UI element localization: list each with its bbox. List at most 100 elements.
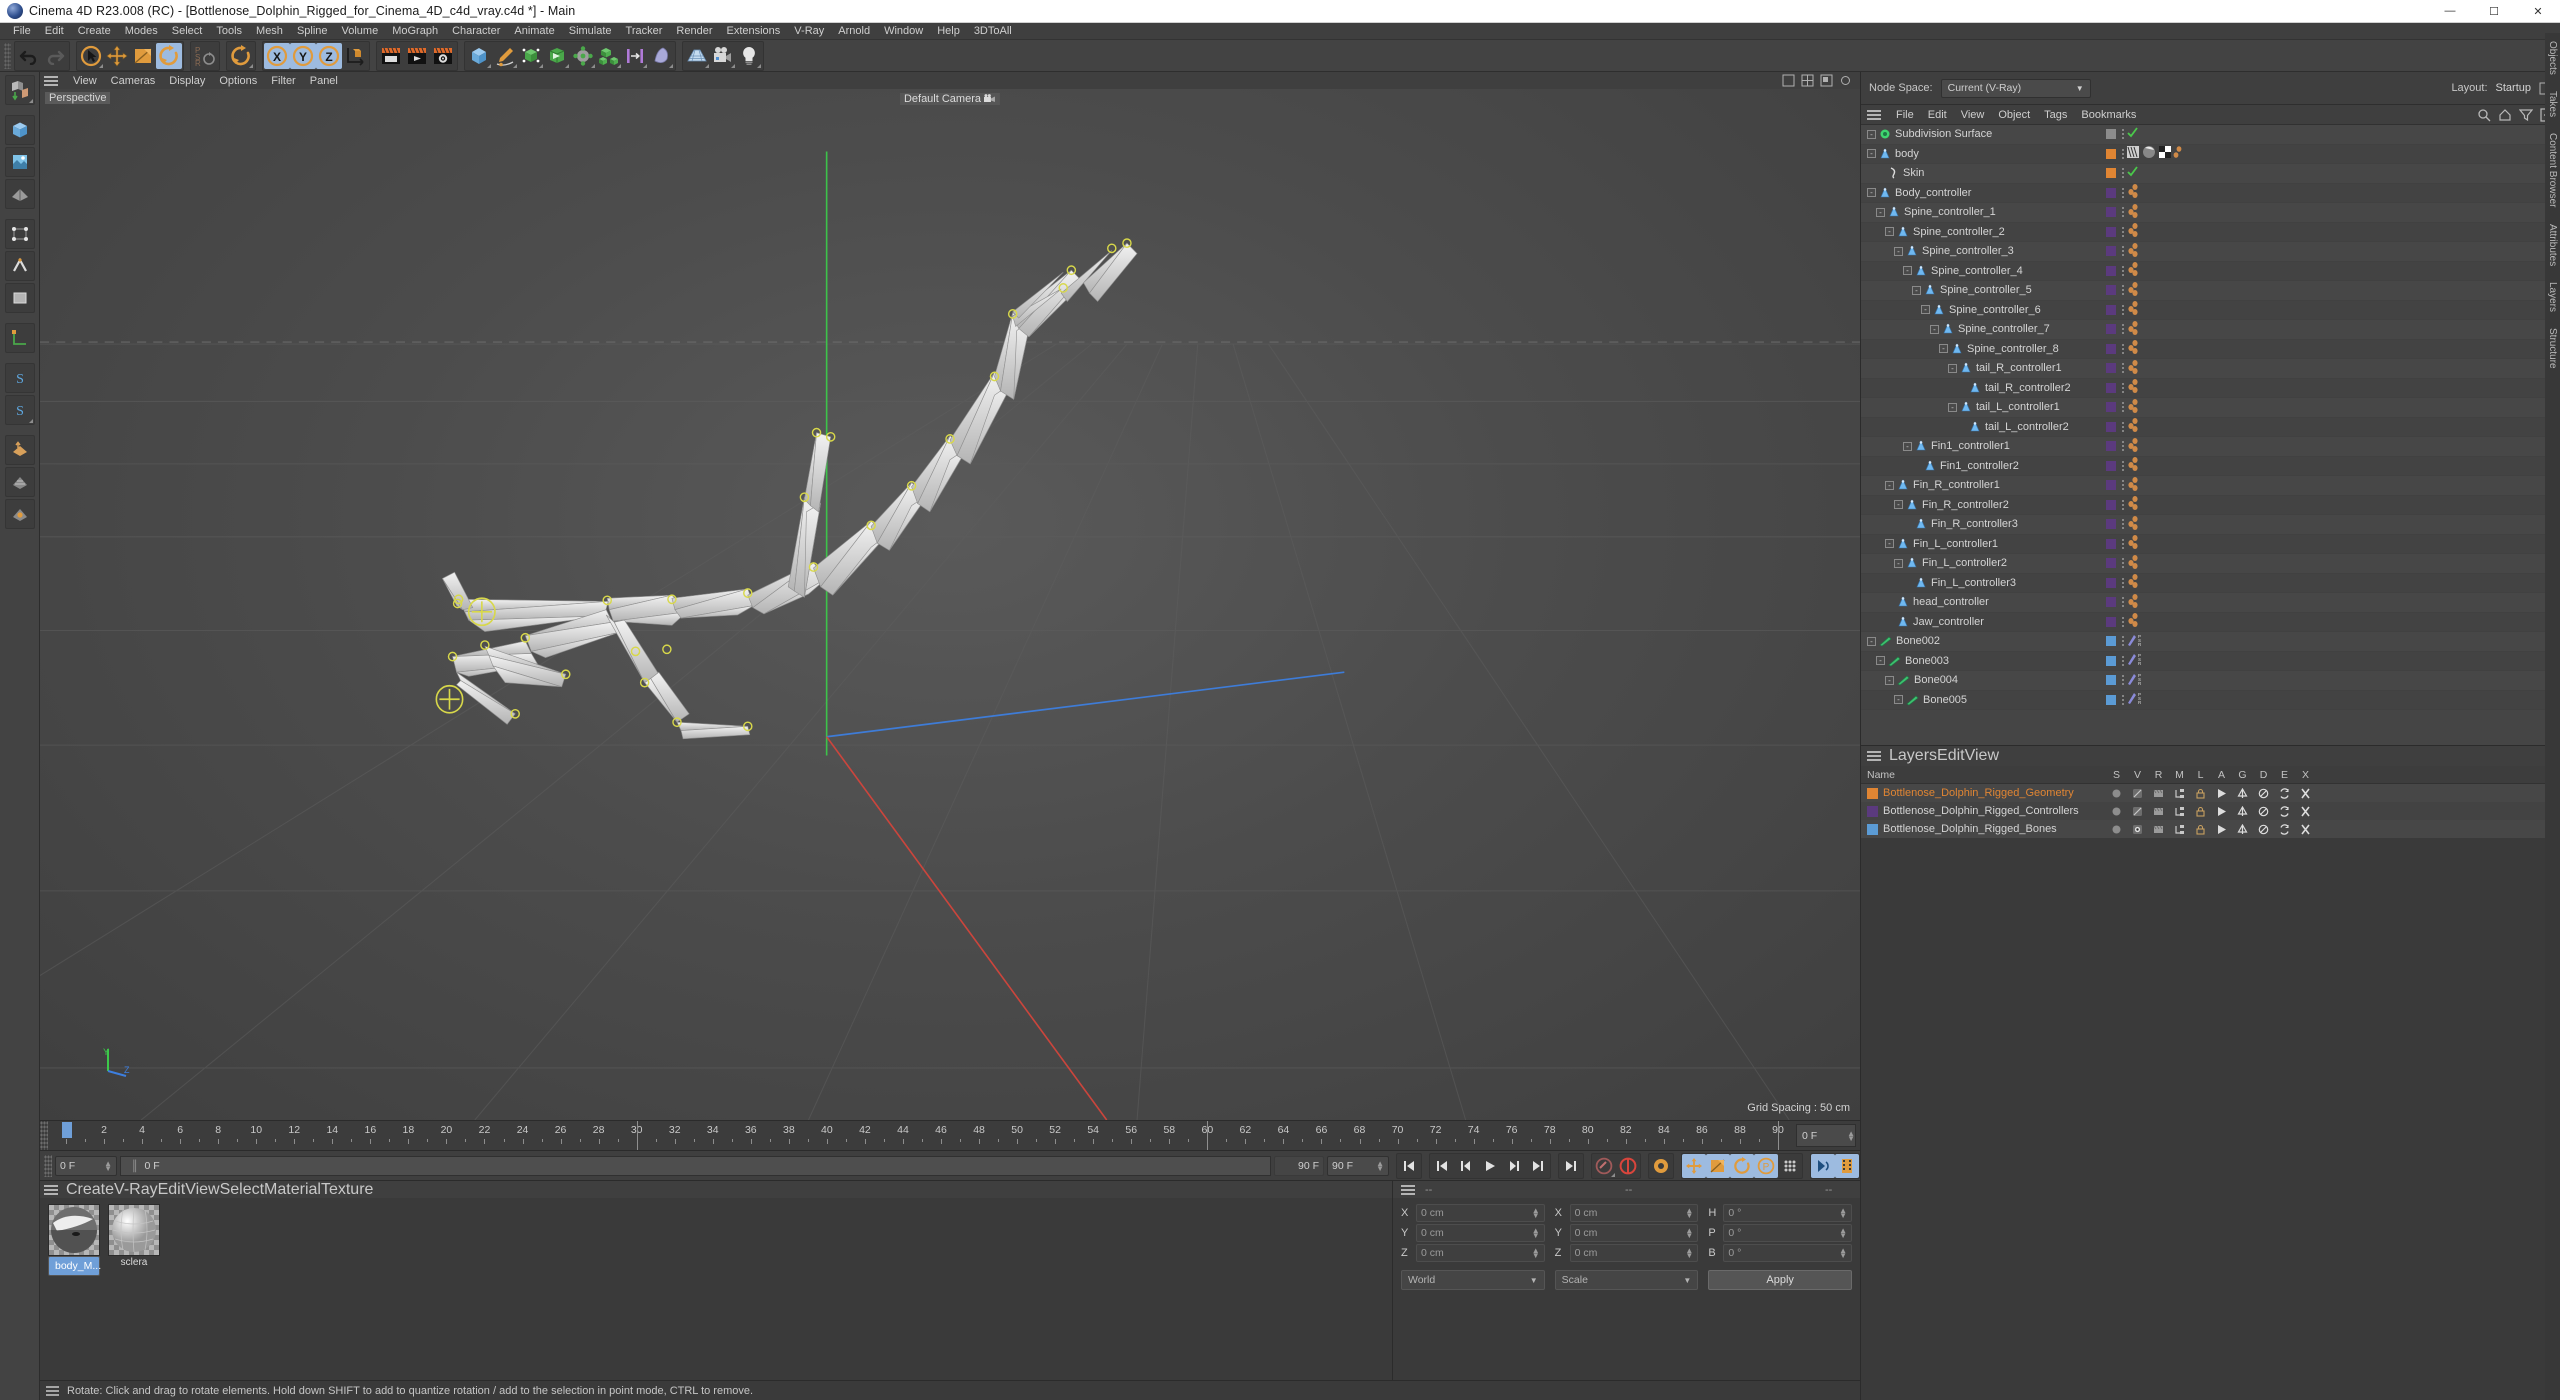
- layer-toggle-v[interactable]: [2127, 824, 2148, 835]
- home-icon[interactable]: [2498, 108, 2512, 122]
- size-z-spinner[interactable]: ▲ ▼: [1685, 1247, 1693, 1260]
- tag-icons[interactable]: [2127, 476, 2140, 494]
- layer-toggle-v[interactable]: [2127, 806, 2148, 817]
- size-z-field[interactable]: 0 cm ▲ ▼: [1569, 1244, 1699, 1262]
- perspective-viewport[interactable]: Perspective Default Camera Y Z Grid Spac…: [40, 89, 1860, 1120]
- snap-toggle-button[interactable]: S: [4, 363, 35, 393]
- tag-icons[interactable]: PSR: [2127, 633, 2149, 650]
- vertical-tab-takes[interactable]: Takes: [2547, 83, 2558, 125]
- visibility-dots-icon[interactable]: [2122, 343, 2124, 354]
- position-x-field[interactable]: 0 cm ▲ ▼: [1416, 1204, 1545, 1222]
- material-swatch[interactable]: sclera: [108, 1204, 160, 1269]
- menu-render[interactable]: Render: [669, 23, 719, 40]
- anim-preview-strip[interactable]: ║ 0 F: [120, 1155, 1271, 1176]
- visibility-dots-icon[interactable]: [2122, 265, 2124, 276]
- tag-icons[interactable]: [2127, 281, 2140, 299]
- cube-primitive-button[interactable]: [466, 43, 492, 69]
- layer-color-swatch[interactable]: [2106, 675, 2116, 686]
- object-row[interactable]: - Fin_R_controller2: [1861, 495, 2560, 515]
- psr-lock-button[interactable]: PSR: [192, 43, 218, 69]
- expander-icon[interactable]: -: [1921, 305, 1930, 315]
- tag-icons[interactable]: [2127, 437, 2140, 455]
- position-x-spinner[interactable]: ▲ ▼: [1532, 1207, 1540, 1220]
- layer-toggle-e[interactable]: [2274, 823, 2295, 835]
- layer-menu-icon[interactable]: [1867, 751, 1881, 761]
- render-view-button[interactable]: [378, 43, 404, 69]
- visibility-dots-icon[interactable]: [2122, 363, 2124, 374]
- timeline-frame-spinner[interactable]: ▲ ▼: [1847, 1129, 1855, 1142]
- expander-icon[interactable]: -: [1894, 246, 1903, 256]
- menu-file[interactable]: File: [6, 23, 38, 40]
- x-axis-lock-button[interactable]: X: [264, 42, 290, 69]
- object-row[interactable]: - Fin_L_controller1: [1861, 534, 2560, 554]
- undo-button[interactable]: [16, 43, 42, 69]
- transport-grip[interactable]: [44, 1154, 52, 1177]
- camera-button[interactable]: [710, 43, 736, 69]
- visibility-dots-icon[interactable]: [2122, 636, 2124, 647]
- layer-toggle-d[interactable]: [2253, 806, 2274, 817]
- expander-icon[interactable]: -: [1885, 539, 1894, 549]
- minimize-button[interactable]: —: [2428, 0, 2472, 23]
- layer-toggle-a[interactable]: [2211, 788, 2232, 799]
- visibility-dots-icon[interactable]: [2122, 480, 2124, 491]
- tag-icons[interactable]: [2127, 457, 2140, 474]
- frame-playback-button[interactable]: [1835, 1153, 1859, 1178]
- layer-toggle-d[interactable]: [2253, 824, 2274, 835]
- material-menu-edit[interactable]: Edit: [158, 1181, 186, 1199]
- rotate-tool-button[interactable]: [156, 42, 182, 69]
- layer-color-swatch[interactable]: [2106, 207, 2116, 218]
- tag-icons[interactable]: PSR: [2127, 691, 2149, 708]
- coordinates-menu-icon[interactable]: [1401, 1184, 1415, 1195]
- viewport-menu-display[interactable]: Display: [162, 75, 212, 87]
- tag-icons[interactable]: [2127, 166, 2138, 180]
- object-row[interactable]: Fin_R_controller3: [1861, 515, 2560, 535]
- object-row[interactable]: - body: [1861, 144, 2560, 164]
- visibility-dots-icon[interactable]: [2122, 441, 2124, 452]
- material-preview[interactable]: [48, 1204, 100, 1256]
- object-row[interactable]: - Fin_R_controller1: [1861, 476, 2560, 496]
- tag-icons[interactable]: [2127, 145, 2193, 162]
- layer-toggle-l[interactable]: [2190, 806, 2211, 817]
- material-menu-icon[interactable]: [44, 1184, 58, 1195]
- layer-color-swatch[interactable]: [2106, 519, 2116, 530]
- object-row[interactable]: - Spine_controller_8: [1861, 339, 2560, 359]
- expander-icon[interactable]: -: [1867, 188, 1876, 198]
- size-y-spinner[interactable]: ▲ ▼: [1685, 1227, 1693, 1240]
- layer-color-swatch[interactable]: [2106, 694, 2116, 705]
- anim-end-small-field[interactable]: 90 F: [1274, 1155, 1324, 1176]
- viewport-menu-panel[interactable]: Panel: [303, 75, 345, 87]
- tag-icons[interactable]: [2127, 340, 2140, 357]
- object-row[interactable]: - tail_R_controller1: [1861, 359, 2560, 379]
- apply-button[interactable]: Apply: [1708, 1270, 1852, 1290]
- visibility-dots-icon[interactable]: [2122, 129, 2124, 140]
- expander-icon[interactable]: -: [1939, 344, 1948, 354]
- expander-icon[interactable]: -: [1867, 129, 1876, 139]
- layer-color-swatch[interactable]: [2106, 460, 2116, 471]
- expander-icon[interactable]: -: [1867, 149, 1876, 159]
- layer-color-swatch[interactable]: [2106, 343, 2116, 354]
- timeline-ruler[interactable]: 0246810121416182022242628303234363840424…: [48, 1121, 1792, 1150]
- layer-color-swatch[interactable]: [1867, 805, 1878, 817]
- object-row[interactable]: - Fin1_controller1: [1861, 437, 2560, 457]
- material-menu-material[interactable]: Material: [264, 1181, 321, 1199]
- record-key-button[interactable]: [1592, 1154, 1616, 1178]
- material-swatch[interactable]: body_M...: [48, 1204, 101, 1276]
- generator-button[interactable]: [518, 43, 544, 69]
- tag-icons[interactable]: [2127, 379, 2140, 396]
- object-row[interactable]: Fin_L_controller3: [1861, 573, 2560, 593]
- layer-color-swatch[interactable]: [2106, 265, 2116, 276]
- object-row[interactable]: - Spine_controller_7: [1861, 320, 2560, 340]
- play-button[interactable]: [1478, 1154, 1502, 1178]
- menu-animate[interactable]: Animate: [507, 23, 561, 40]
- layer-color-swatch[interactable]: [2106, 402, 2116, 413]
- layer-toggle-g[interactable]: [2232, 787, 2253, 799]
- visibility-dots-icon[interactable]: [2122, 577, 2124, 588]
- layer-toggle-l[interactable]: [2190, 824, 2211, 835]
- material-menu-texture[interactable]: Texture: [321, 1181, 373, 1199]
- expander-icon[interactable]: -: [1894, 500, 1903, 510]
- object-menu-icon[interactable]: [1867, 109, 1881, 120]
- visibility-dots-icon[interactable]: [2122, 187, 2124, 198]
- visibility-dots-icon[interactable]: [2122, 499, 2124, 510]
- layer-color-swatch[interactable]: [2106, 168, 2116, 179]
- layer-toggle-l[interactable]: [2190, 788, 2211, 799]
